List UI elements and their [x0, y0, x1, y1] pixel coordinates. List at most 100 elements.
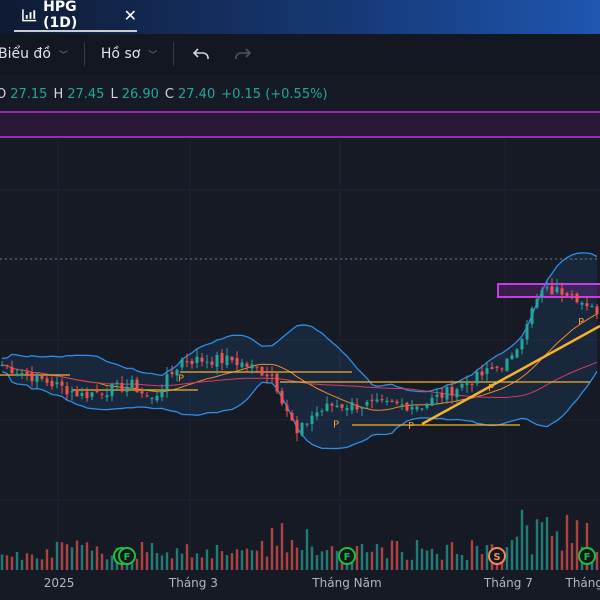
candle-body: [405, 402, 409, 411]
volume-bar: [455, 554, 459, 570]
candle-body: [295, 420, 299, 434]
candle-body: [545, 287, 549, 289]
volume-bar: [45, 549, 49, 570]
volume-bar: [80, 544, 84, 570]
candle-body: [450, 386, 454, 396]
volume-bar: [245, 548, 249, 570]
candle-body: [330, 403, 334, 406]
time-axis-label: Tháng 7: [483, 576, 533, 590]
volume-bar: [75, 540, 79, 570]
chevron-down-icon: ﹀: [58, 50, 68, 61]
volume-bar: [170, 558, 174, 570]
volume-bar: [565, 514, 569, 570]
volume-bar: [255, 550, 259, 570]
volume-bar: [35, 558, 39, 570]
volume-bar: [100, 553, 104, 570]
volume-bar: [215, 544, 219, 570]
pivot-label: P: [578, 317, 584, 328]
candle-body: [570, 294, 574, 296]
volume-bar: [415, 540, 419, 570]
volume-bar: [395, 541, 399, 570]
event-label: F: [584, 552, 591, 563]
candle-body: [65, 386, 69, 395]
volume-bar: [265, 556, 269, 570]
volume-bar: [310, 546, 314, 570]
chart-menu-button[interactable]: Biểu đồ ﹀: [0, 46, 68, 62]
volume-bar: [510, 540, 514, 570]
volume-bar: [20, 559, 24, 570]
candle-body: [245, 363, 249, 367]
volume-bar: [155, 553, 159, 570]
candle-body: [195, 356, 199, 363]
volume-bar: [105, 559, 109, 570]
tab-hpg[interactable]: HPG (1D) ✕: [14, 0, 137, 32]
undo-icon[interactable]: [192, 46, 212, 62]
candle-body: [575, 293, 579, 303]
candle-body: [375, 399, 379, 402]
candle-body: [320, 410, 324, 412]
volume-bar: [485, 545, 489, 570]
candle-body: [410, 407, 414, 410]
volume-bar: [185, 544, 189, 570]
candle-body: [555, 287, 559, 293]
candle-body: [400, 404, 404, 406]
candle-body: [25, 371, 29, 375]
volume-bar: [370, 551, 374, 570]
candle-body: [475, 371, 479, 384]
candle-body: [30, 372, 34, 382]
candle-body: [165, 374, 169, 390]
candle-body: [430, 397, 434, 406]
candle-body: [530, 308, 534, 324]
redo-icon[interactable]: [232, 46, 252, 62]
volume-bar: [530, 554, 534, 570]
candle-body: [120, 383, 124, 392]
candle-body: [345, 408, 349, 411]
candle-body: [155, 395, 159, 401]
candle-body: [315, 412, 319, 417]
volume-bar: [570, 543, 574, 570]
candle-body: [525, 324, 529, 340]
volume-bar: [235, 549, 239, 570]
volume-bar: [180, 553, 184, 570]
candle-body: [275, 373, 279, 392]
volume-bar: [275, 545, 279, 570]
chart-icon: [22, 9, 37, 22]
candle-body: [515, 349, 519, 358]
volume-bar: [230, 553, 234, 570]
time-axis-label: Tháng 3: [168, 576, 218, 590]
candle-body: [240, 362, 244, 368]
candle-body: [590, 305, 594, 307]
candle-body: [250, 364, 254, 369]
volume-bar: [475, 545, 479, 570]
candle-body: [225, 355, 229, 366]
pivot-label: P: [178, 373, 184, 384]
volume-bar: [470, 540, 474, 570]
price-chart[interactable]: PPPPPFFFSF: [0, 78, 600, 578]
volume-bar: [50, 557, 54, 570]
event-label: F: [124, 552, 131, 563]
volume-bar: [360, 544, 364, 570]
pivot-label: P: [408, 421, 414, 432]
volume-bar: [545, 517, 549, 570]
candle-body: [20, 373, 24, 376]
close-icon[interactable]: ✕: [124, 6, 137, 25]
volume-bar: [210, 558, 214, 570]
volume-bar: [460, 555, 464, 570]
candle-body: [500, 368, 504, 370]
candle-body: [565, 293, 569, 296]
candle-body: [85, 391, 89, 398]
candle-body: [480, 371, 484, 376]
candle-body: [220, 352, 224, 364]
candle-body: [75, 389, 79, 397]
candle-body: [495, 366, 499, 368]
volume-bar: [260, 540, 264, 570]
volume-bar: [150, 542, 154, 570]
profile-menu-button[interactable]: Hồ sơ ﹀: [101, 46, 157, 62]
volume-bar: [560, 550, 564, 570]
volume-bar: [300, 550, 304, 570]
toolbar: Biểu đồ ﹀ Hồ sơ ﹀: [0, 34, 600, 74]
volume-bar: [375, 544, 379, 570]
volume-bar: [515, 536, 519, 570]
candle-body: [135, 379, 139, 393]
volume-bar: [175, 548, 179, 570]
